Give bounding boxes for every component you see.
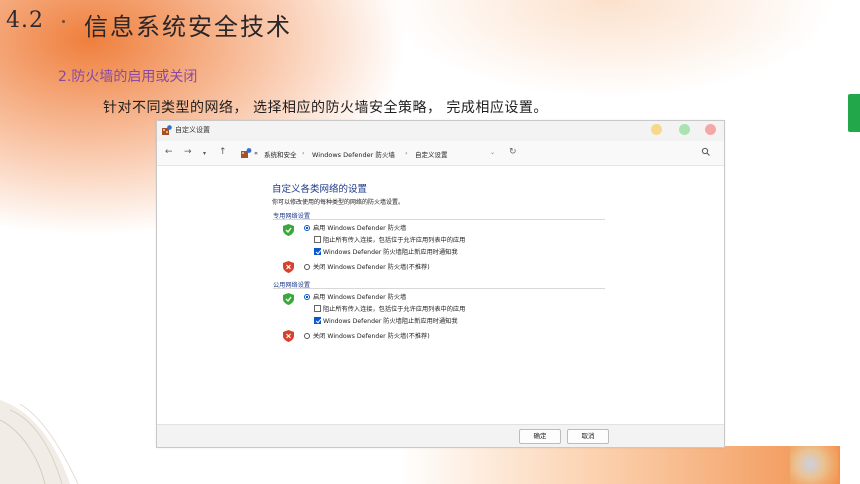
settings-window: 自定义设置 ← → ▾ ↑ « 系统和安全 › Windows Defender…: [156, 120, 725, 448]
side-tab-marker: [848, 94, 860, 132]
shield-x-icon: [283, 261, 294, 273]
address-bar: ← → ▾ ↑ « 系统和安全 › Windows Defender 防火墙 ›…: [157, 141, 724, 166]
refresh-icon[interactable]: ↻: [509, 147, 517, 157]
window-titlebar[interactable]: 自定义设置: [157, 121, 724, 141]
public-enable-radio[interactable]: [304, 294, 310, 300]
public-disable-label: 关闭 Windows Defender 防火墙(不推荐): [313, 333, 430, 340]
public-enable-label: 启用 Windows Defender 防火墙: [313, 294, 407, 301]
public-block-all-label: 阻止所有传入连接，包括位于允许应用列表中的应用: [323, 306, 466, 313]
breadcrumb-item-system-security[interactable]: 系统和安全: [264, 149, 297, 159]
close-button[interactable]: [705, 124, 716, 135]
private-notify-checkbox[interactable]: [314, 248, 321, 255]
flower-decoration: [790, 446, 838, 484]
page-heading: 自定义各类网络的设置: [272, 184, 368, 195]
settings-content: 自定义各类网络的设置 你可以修改使用的每种类型的网络的防火墙设置。 专用网络设置…: [157, 166, 724, 424]
up-arrow-icon[interactable]: ↑: [219, 147, 227, 157]
page-description: 你可以修改使用的每种类型的网络的防火墙设置。: [272, 199, 405, 206]
ok-button[interactable]: 确定: [519, 429, 561, 444]
breadcrumb-prefix[interactable]: «: [254, 149, 258, 157]
public-block-all-checkbox[interactable]: [314, 305, 321, 312]
breadcrumb-item-firewall[interactable]: Windows Defender 防火墙: [312, 149, 395, 159]
private-disable-radio[interactable]: [304, 264, 310, 270]
shield-x-icon: [283, 330, 294, 342]
private-enable-radio[interactable]: [304, 225, 310, 231]
breadcrumb-separator: ›: [405, 149, 408, 157]
maximize-button[interactable]: [679, 124, 690, 135]
control-panel-icon: [241, 148, 252, 158]
firewall-app-icon: [162, 125, 172, 135]
back-arrow-icon[interactable]: ←: [165, 147, 173, 157]
public-disable-radio[interactable]: [304, 333, 310, 339]
chevron-down-icon[interactable]: ⌄: [490, 149, 495, 156]
recent-locations-dropdown[interactable]: ▾: [203, 149, 206, 159]
slide-subheading: 2.防火墙的启用或关闭: [58, 69, 198, 85]
breadcrumb-item-custom-settings[interactable]: 自定义设置: [415, 149, 448, 159]
paper-curl-decoration: [0, 400, 79, 484]
private-notify-label: Windows Defender 防火墙阻止新应用时通知我: [323, 249, 458, 256]
breadcrumb-separator: ›: [302, 149, 305, 157]
shield-check-icon: [283, 293, 294, 305]
shield-check-icon: [283, 224, 294, 236]
slide-title: 信息系统安全技术: [84, 13, 292, 41]
slide-section-number: 4.2: [6, 8, 44, 33]
dialog-footer: 确定 取消: [157, 424, 724, 447]
private-block-all-checkbox[interactable]: [314, 236, 321, 243]
bottom-decoration-strip: [400, 446, 840, 484]
cancel-button[interactable]: 取消: [567, 429, 609, 444]
private-disable-label: 关闭 Windows Defender 防火墙(不推荐): [313, 264, 430, 271]
public-notify-checkbox[interactable]: [314, 317, 321, 324]
window-title: 自定义设置: [175, 126, 210, 134]
section-divider: [273, 288, 605, 289]
section-divider: [273, 219, 605, 220]
minimize-button[interactable]: [651, 124, 662, 135]
forward-arrow-icon[interactable]: →: [184, 147, 192, 157]
private-block-all-label: 阻止所有传入连接，包括位于允许应用列表中的应用: [323, 237, 466, 244]
slide-body-text: 针对不同类型的网络， 选择相应的防火墙安全策略， 完成相应设置。: [103, 100, 548, 116]
public-notify-label: Windows Defender 防火墙阻止新应用时通知我: [323, 318, 458, 325]
search-icon[interactable]: [701, 147, 711, 157]
title-separator-dot: [62, 20, 65, 23]
private-enable-label: 启用 Windows Defender 防火墙: [313, 225, 407, 232]
